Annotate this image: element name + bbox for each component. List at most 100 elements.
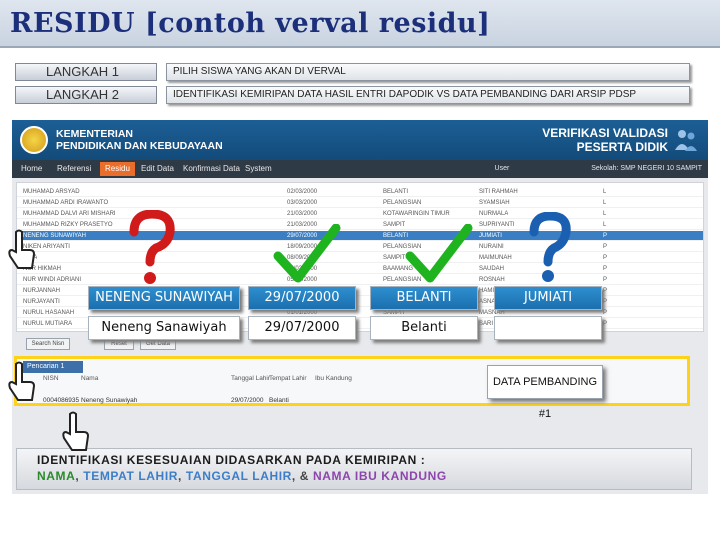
step-1-label: LANGKAH 1	[15, 63, 157, 81]
ministry-name: KEMENTERIAN PENDIDIKAN DAN KEBUDAYAAN	[56, 128, 223, 152]
nav-konfirmasi-data[interactable]: Konfirmasi Data	[178, 162, 245, 176]
table-cell-sex: P	[603, 266, 608, 272]
table-cell-place: SAMPIT	[383, 222, 406, 228]
table-cell-date: 02/03/2000	[287, 189, 318, 195]
table-cell-sex: P	[603, 310, 608, 316]
user-info: User Sekolah: SMP NEGERI 10 SAMPIT	[495, 162, 702, 176]
table-cell-sex: P	[603, 255, 608, 261]
app-header: KEMENTERIAN PENDIDIKAN DAN KEBUDAYAAN VE…	[12, 120, 708, 160]
table-cell-mother: SITI RAHMAH	[479, 189, 518, 195]
identification-criteria: NAMA, TEMPAT LAHIR, TANGGAL LAHIR, & NAM…	[37, 469, 447, 483]
table-cell-mother: SARI	[479, 321, 494, 327]
table-cell-mother: SUPRIYANTI	[479, 222, 515, 228]
ministry-logo-icon	[20, 126, 48, 154]
table-row[interactable]: MUHAMMAD ARDI IRAWANTO 03/03/2000 PELANGSI…	[17, 198, 703, 208]
table-cell-mother: SYAMSIAH	[479, 200, 510, 206]
dapodik-date: 29/07/2000	[248, 286, 356, 310]
table-cell-date: 21/03/2000	[287, 211, 318, 217]
main-nav: Home Referensi Residu Edit Data Konfirma…	[12, 160, 708, 178]
table-cell-name: NUR WINDI ADRIANI	[23, 277, 82, 283]
app-title: VERIFIKASI VALIDASI PESERTA DIDIK	[542, 126, 668, 154]
pointer-hand-icon	[62, 411, 90, 451]
table-cell-place: BELANTI	[383, 189, 409, 195]
ministry-line-1: KEMENTERIAN	[56, 128, 134, 140]
table-cell-sex: P	[603, 277, 608, 283]
table-cell-sex: P	[603, 299, 608, 305]
table-cell-sex: P	[603, 244, 608, 250]
table-cell-name: NURUL HASANAH	[23, 310, 75, 316]
result-name: Neneng Sunawiyah	[81, 397, 138, 404]
table-cell-sex: P	[603, 321, 608, 327]
result-date: 29/07/2000	[231, 397, 264, 404]
col-ibu-kandung: Ibu Kandung	[315, 375, 352, 382]
table-cell-sex: L	[603, 189, 607, 195]
pointer-hand-icon	[8, 361, 36, 401]
question-mark-icon	[529, 212, 571, 282]
app-title-line-1: VERIFIKASI VALIDASI	[542, 126, 668, 140]
col-tempat-lahir: Tempat Lahir	[269, 375, 307, 382]
criteria-tempat-lahir: TEMPAT LAHIR	[83, 469, 179, 483]
step-2-description: IDENTIFIKASI KEMIRIPAN DATA HASIL ENTRI …	[166, 86, 690, 104]
col-tanggal-lahir: Tanggal Lahir	[231, 375, 271, 382]
table-cell-place: SAMPIT	[383, 255, 406, 261]
criteria-nama-ibu: NAMA IBU KANDUNG	[313, 469, 447, 483]
table-cell-place: KOTAWARINGIN TIMUR	[383, 211, 450, 217]
table-cell-name: MUHAMMAD DALVI ARI MISHARI	[23, 211, 116, 217]
criteria-nama: NAMA	[37, 469, 76, 483]
identification-title: IDENTIFIKASI KESESUAIAN DIDASARKAN PADA …	[37, 453, 426, 467]
col-nama: Nama	[81, 375, 99, 382]
table-cell-name: MUHAMMAD ARDI IRAWANTO	[23, 200, 109, 206]
pointer-hand-icon	[8, 229, 36, 269]
users-icon	[675, 130, 697, 151]
table-cell-date: 03/03/2000	[287, 200, 318, 206]
slide: RESIDU [contoh verval residu] LANGKAH 1 …	[0, 0, 720, 540]
app-title-line-2: PESERTA DIDIK	[576, 140, 668, 154]
user-label: User	[494, 165, 510, 172]
result-nisn: 0004086935	[43, 397, 80, 404]
dapodik-mother: JUMIATI	[494, 286, 602, 310]
identification-banner: IDENTIFIKASI KESESUAIAN DIDASARKAN PADA …	[16, 448, 692, 490]
dapodik-place: BELANTI	[370, 286, 478, 310]
table-cell-mother: NURMALA	[479, 211, 509, 217]
table-cell-sex: L	[603, 211, 607, 217]
table-cell-name: MUHAMAD ARSYAD	[23, 189, 80, 195]
table-cell-place: PELANGSIAN	[383, 200, 422, 206]
table-cell-name: NURJAYANTI	[23, 299, 60, 305]
data-pembanding-label: DATA PEMBANDING #1	[487, 365, 603, 420]
table-cell-name: NURUL MUTIARA	[23, 321, 73, 327]
table-cell-mother: ROSNAH	[479, 277, 505, 283]
pembanding-name: Neneng Sanawiyah	[88, 316, 240, 340]
question-mark-icon	[129, 210, 175, 284]
table-row[interactable]: MUHAMAD ARSYAD 02/03/2000 BELANTI SITI RAHM…	[17, 187, 703, 197]
search-nisn-button[interactable]: Search Nisn	[26, 338, 70, 350]
criteria-ampersand: &	[299, 469, 310, 483]
nav-residu[interactable]: Residu	[100, 162, 135, 176]
check-mark-icon	[405, 224, 473, 283]
step-2-label: LANGKAH 2	[15, 86, 157, 104]
table-cell-mother: SAUDAH	[479, 266, 505, 272]
page-title: RESIDU [contoh verval residu]	[10, 8, 491, 39]
pembanding-mother	[494, 316, 602, 340]
user-school: Sekolah: SMP NEGERI 10 SAMPIT	[591, 165, 702, 172]
pembanding-place: Belanti	[370, 316, 478, 340]
nav-referensi[interactable]: Referensi	[52, 162, 96, 176]
result-place: Belanti	[269, 397, 289, 404]
nav-system[interactable]: System	[240, 162, 277, 176]
col-nisn: NISN	[43, 375, 59, 382]
table-cell-name: NURJANNAH	[23, 288, 61, 294]
nav-edit-data[interactable]: Edit Data	[136, 162, 179, 176]
table-cell-sex: L	[603, 200, 607, 206]
table-cell-sex: P	[603, 233, 608, 239]
check-mark-icon	[273, 224, 341, 283]
pembanding-date: 29/07/2000	[248, 316, 356, 340]
table-cell-mother: MAIMUNAH	[479, 255, 512, 261]
table-cell-mother: JUMIATI	[479, 233, 502, 239]
table-cell-sex: P	[603, 288, 608, 294]
nav-home[interactable]: Home	[16, 162, 47, 176]
ministry-line-2: PENDIDIKAN DAN KEBUDAYAAN	[56, 140, 223, 152]
step-1-description: PILIH SISWA YANG AKAN DI VERVAL	[166, 63, 690, 81]
title-bar: RESIDU [contoh verval residu]	[0, 0, 720, 48]
criteria-tanggal-lahir: TANGGAL LAHIR	[185, 469, 292, 483]
table-cell-sex: L	[603, 222, 607, 228]
table-cell-mother: NURAINI	[479, 244, 504, 250]
